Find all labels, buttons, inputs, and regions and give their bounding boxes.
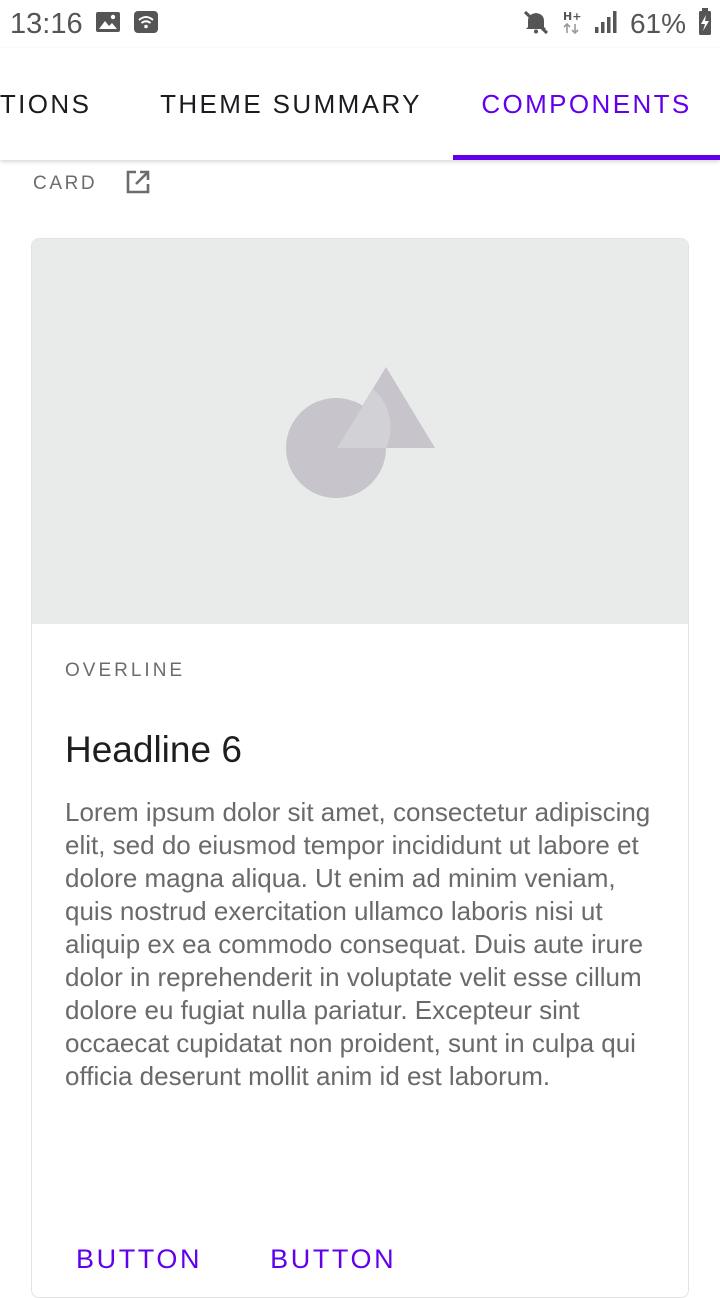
svg-text:H+: H+ xyxy=(563,10,581,23)
status-time: 13:16 xyxy=(10,7,83,40)
tab-sections[interactable]: CTIONS xyxy=(0,48,130,160)
card: OVERLINE Headline 6 Lorem ipsum dolor si… xyxy=(31,238,689,1298)
tab-theme-summary[interactable]: THEME SUMMARY xyxy=(130,48,452,160)
card-actions: BUTTON BUTTON xyxy=(60,1239,412,1279)
section-title: CARD xyxy=(33,173,98,194)
tab-components[interactable]: COMPONENTS xyxy=(453,48,720,160)
status-bar-right: H+ 61% xyxy=(522,7,712,41)
status-bar-left: 13:16 xyxy=(10,8,159,41)
card-headline: Headline 6 xyxy=(65,729,242,770)
hplus-icon: H+ xyxy=(562,9,582,40)
card-action-button-1[interactable]: BUTTON xyxy=(60,1239,218,1279)
card-overline: OVERLINE xyxy=(65,660,186,681)
battery-charging-icon xyxy=(698,7,712,41)
wifi-icon xyxy=(133,10,159,39)
open-in-new-icon[interactable] xyxy=(125,169,151,200)
status-bar: 13:16 H+ 61% xyxy=(0,0,720,48)
shapes-placeholder-icon xyxy=(286,366,436,503)
image-icon xyxy=(95,10,121,39)
battery-percent: 61% xyxy=(629,8,686,39)
card-body-text: Lorem ipsum dolor sit amet, consectetur … xyxy=(65,797,651,1091)
section-header: CARD xyxy=(33,168,151,200)
tab-indicator xyxy=(453,155,720,160)
mute-icon xyxy=(522,9,550,40)
card-media xyxy=(32,239,688,624)
card-action-button-2[interactable]: BUTTON xyxy=(254,1239,412,1279)
tab-bar: CTIONS THEME SUMMARY COMPONENTS xyxy=(0,48,720,160)
signal-icon xyxy=(594,10,618,39)
